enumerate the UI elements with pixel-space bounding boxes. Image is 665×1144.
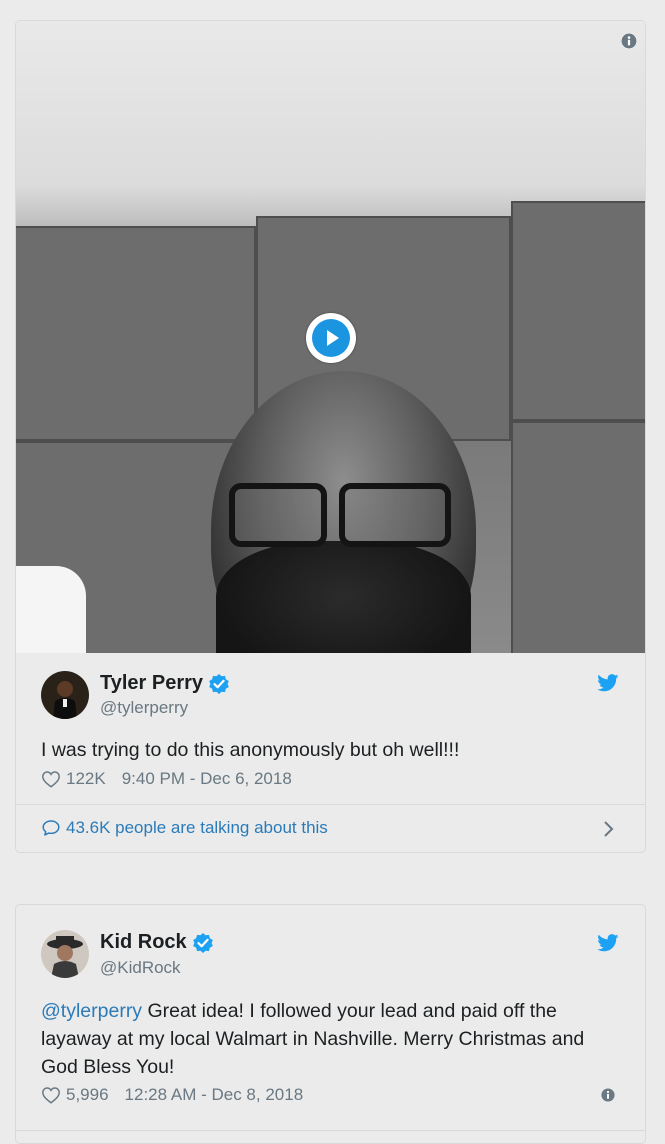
heart-icon[interactable] [41,1086,61,1104]
video-person-glasses [339,483,451,547]
video-lamp [16,566,86,653]
like-count[interactable]: 122K [66,769,106,789]
video-person-beard [216,541,471,653]
play-button[interactable] [306,313,356,363]
video-wall-panel [511,201,645,421]
video-wall-panel [511,421,645,653]
info-icon[interactable] [601,1088,615,1102]
mention-link[interactable]: @tylerperry [41,1000,142,1022]
video-person-glasses [229,483,327,547]
timestamp[interactable]: 12:28 AM - Dec 8, 2018 [125,1085,304,1105]
tweet-text: I was trying to do this anonymously but … [41,739,460,761]
play-icon [312,319,350,357]
tweet-card-kid-rock[interactable]: Kid Rock @KidRock @tylerperry Great idea… [15,904,646,1144]
verified-badge-icon [192,932,213,953]
comment-icon [42,820,60,836]
heart-icon[interactable] [41,770,61,788]
conversation-link[interactable]: 43.6K people are talking about this [41,818,328,838]
tweet-meta: 122K 9:40 PM - Dec 6, 2018 [41,769,292,789]
tweet-video[interactable] [16,21,645,653]
conversation-link-label: 43.6K people are talking about this [66,818,328,837]
tweet-meta: 5,996 12:28 AM - Dec 8, 2018 [41,1085,303,1105]
display-name[interactable]: Tyler Perry [100,672,203,695]
display-name[interactable]: Kid Rock [100,931,187,954]
chevron-right-icon[interactable] [602,820,614,838]
twitter-bird-icon[interactable] [597,674,619,692]
tweet-text: @tylerperry Great idea! I followed your … [41,997,626,1081]
info-icon[interactable] [621,33,637,49]
video-background [16,21,645,226]
like-count[interactable]: 5,996 [66,1085,109,1105]
timestamp[interactable]: 9:40 PM - Dec 6, 2018 [122,769,292,789]
tweet-card-tyler-perry[interactable]: Tyler Perry @tylerperry I was trying to … [15,20,646,853]
twitter-bird-icon[interactable] [597,934,619,952]
handle[interactable]: @KidRock [100,958,181,978]
verified-badge-icon [209,673,229,694]
avatar[interactable] [41,930,89,978]
avatar[interactable] [41,671,89,719]
video-wall-panel [16,226,256,441]
handle[interactable]: @tylerperry [100,698,188,718]
divider [16,804,645,805]
